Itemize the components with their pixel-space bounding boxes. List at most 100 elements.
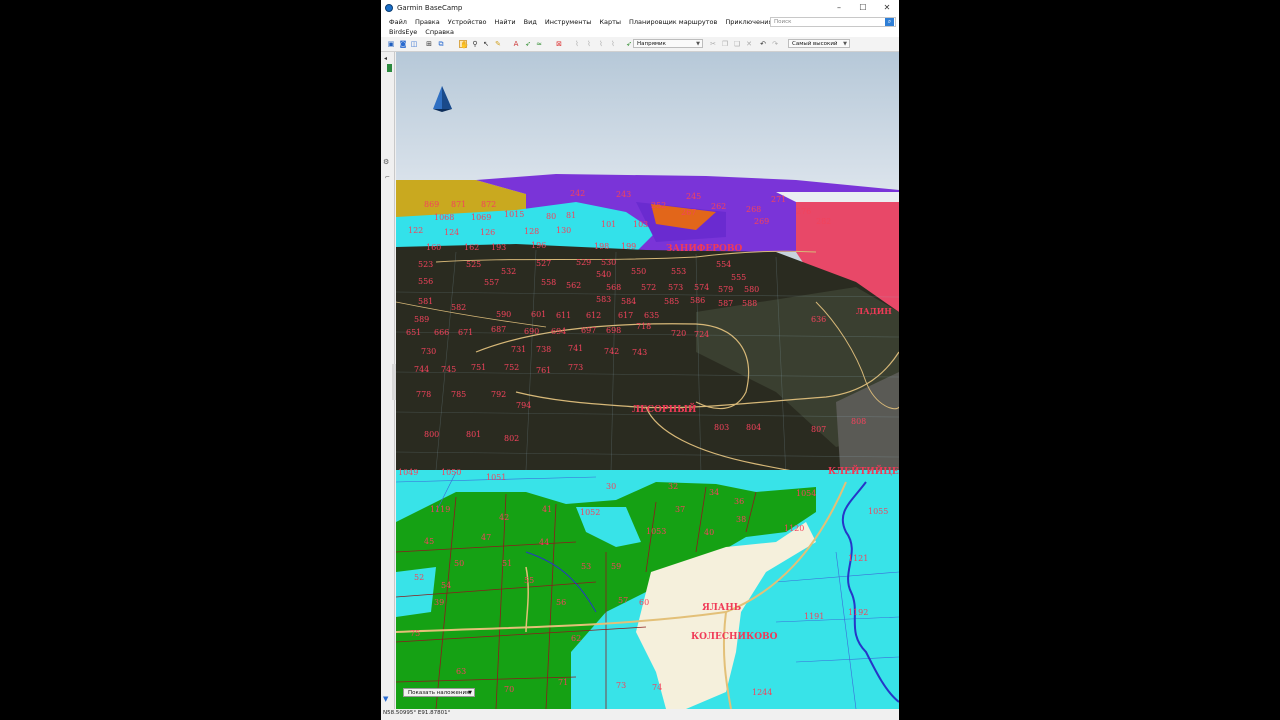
plot-label: 282 bbox=[816, 217, 831, 226]
window-title: Garmin BaseCamp bbox=[397, 3, 463, 12]
plot-label: 1191 bbox=[804, 612, 824, 621]
3d-map-view[interactable]: 869 871 872 1068 1069 1015 122 124 126 1… bbox=[396, 52, 899, 709]
plot-label: 744 bbox=[414, 365, 429, 374]
plot-label: 73 bbox=[616, 681, 626, 690]
menu-find[interactable]: Найти bbox=[491, 16, 520, 28]
plot-label: 242 bbox=[570, 189, 585, 198]
plot-label: 1053 bbox=[646, 527, 666, 536]
town-label: ЗАНИФЕРОВО bbox=[666, 244, 742, 254]
plot-label: 871 bbox=[451, 200, 466, 209]
plot-label: 742 bbox=[604, 347, 619, 356]
plot-label: 63 bbox=[456, 667, 466, 676]
plot-label: 532 bbox=[501, 267, 516, 276]
plot-label: 731 bbox=[511, 345, 526, 354]
plot-label: 808 bbox=[851, 417, 866, 426]
show-overlays-label: Показать наложения bbox=[408, 690, 470, 696]
hand-tool-icon[interactable]: ✋ bbox=[459, 40, 469, 49]
plot-label: 1121 bbox=[848, 554, 868, 563]
library-tree-icon[interactable] bbox=[387, 64, 392, 72]
plot-label: 32 bbox=[668, 482, 678, 491]
plot-label: 601 bbox=[531, 310, 546, 319]
ruler-icon[interactable]: ✎ bbox=[494, 40, 502, 48]
plot-label: 74 bbox=[652, 683, 662, 692]
plot-label: 666 bbox=[434, 328, 449, 337]
plot-label: 573 bbox=[668, 283, 683, 292]
plot-label: 743 bbox=[632, 348, 647, 357]
plot-label: 41 bbox=[542, 505, 552, 514]
plot-label: 52 bbox=[414, 573, 424, 582]
plot-label: 568 bbox=[606, 283, 621, 292]
menu-maps[interactable]: Карты bbox=[595, 16, 625, 28]
menu-view[interactable]: Вид bbox=[520, 16, 541, 28]
menu-tools[interactable]: Инструменты bbox=[541, 16, 596, 28]
delete-red-icon[interactable]: ⊠ bbox=[555, 40, 563, 48]
plot-label: 1051 bbox=[486, 473, 506, 482]
route-icon[interactable]: ➶ bbox=[524, 40, 532, 48]
panel-handle-icon[interactable]: ⌐ bbox=[385, 174, 391, 182]
plot-label: 587 bbox=[718, 299, 733, 308]
plot-label: 792 bbox=[491, 390, 506, 399]
waypoint-icon[interactable]: A bbox=[512, 40, 520, 48]
plot-label: 124 bbox=[444, 228, 459, 237]
chevron-down-icon: ▼ bbox=[696, 41, 700, 47]
minimize-button[interactable]: – bbox=[827, 0, 851, 15]
plot-label: 558 bbox=[541, 278, 556, 287]
zoom-icon[interactable]: ⚲ bbox=[471, 40, 479, 48]
toolbar: ▣ ◙ ◫ ⊞ ⧉ ✋ ⚲ ↖ ✎ A ➶ ≈ ⊠ ⌇ ⌇ ⌇ ⌇ ➶ Напр… bbox=[381, 37, 899, 52]
plot-label: 1015 bbox=[504, 210, 524, 219]
plot-label: 690 bbox=[524, 327, 539, 336]
close-button[interactable]: ✕ bbox=[875, 0, 899, 15]
plot-label: 550 bbox=[631, 267, 646, 276]
plot-label: 687 bbox=[491, 325, 506, 334]
plot-label: 268 bbox=[746, 205, 761, 214]
menu-adventures[interactable]: Приключения bbox=[721, 16, 776, 28]
chevron-down-icon: ▼ bbox=[468, 690, 472, 696]
filter-icon[interactable]: ▼ bbox=[383, 695, 391, 703]
map-canvas[interactable]: 869 871 872 1068 1069 1015 122 124 126 1… bbox=[396, 52, 899, 709]
plot-label: 584 bbox=[621, 297, 636, 306]
track-icon[interactable]: ≈ bbox=[535, 40, 543, 48]
detail-level-select[interactable]: Самый высокий ▼ bbox=[788, 39, 850, 48]
plot-label: 574 bbox=[694, 283, 709, 292]
plot-label: 1192 bbox=[848, 608, 868, 617]
plot-label: 30 bbox=[606, 482, 616, 491]
plot-label: 636 bbox=[811, 315, 826, 324]
plot-label: 794 bbox=[516, 401, 531, 410]
show-overlays-button[interactable]: Показать наложения ▼ bbox=[403, 688, 475, 697]
plot-label: 802 bbox=[504, 434, 519, 443]
plot-label: 724 bbox=[694, 330, 709, 339]
grid-icon[interactable]: ⊞ bbox=[425, 40, 433, 48]
menu-route-planner[interactable]: Планировщик маршрутов bbox=[625, 16, 721, 28]
town-label: ЯЛАНЬ bbox=[702, 603, 741, 613]
map-view-icon[interactable]: ▣ bbox=[387, 40, 395, 48]
plot-label: 720 bbox=[671, 329, 686, 338]
plot-label: 1069 bbox=[471, 213, 491, 222]
plot-label: 525 bbox=[466, 260, 481, 269]
plot-label: 581 bbox=[418, 297, 433, 306]
plot-label: 50 bbox=[454, 559, 464, 568]
maximize-button[interactable]: ☐ bbox=[851, 0, 875, 15]
title-bar[interactable]: Garmin BaseCamp – ☐ ✕ bbox=[381, 0, 899, 15]
plot-label: 730 bbox=[421, 347, 436, 356]
plot-label: 582 bbox=[451, 303, 466, 312]
undo-icon[interactable]: ↶ bbox=[759, 40, 767, 48]
window-icon[interactable]: ⧉ bbox=[437, 40, 445, 48]
plot-label: 39 bbox=[434, 598, 444, 607]
plot-label: 40 bbox=[704, 528, 714, 537]
gear-icon[interactable]: ⚙ bbox=[383, 158, 391, 166]
select-arrow-icon[interactable]: ↖ bbox=[482, 40, 490, 48]
library-side-panel[interactable]: ◂ ⚙ ⌐ ▼ bbox=[381, 52, 396, 709]
birdseye-icon[interactable]: ◫ bbox=[410, 40, 418, 48]
search-icon[interactable]: ⌕ bbox=[885, 18, 894, 26]
plot-label: 752 bbox=[504, 363, 519, 372]
collapse-arrow-icon[interactable]: ◂ bbox=[384, 55, 391, 62]
edit-tool-3-icon: ⌇ bbox=[599, 40, 603, 48]
chevron-down-icon: ▼ bbox=[843, 41, 847, 47]
town-label: КОЛЕСНИКОВО bbox=[691, 632, 778, 642]
route-mode-select[interactable]: Напрямик ▼ bbox=[633, 39, 703, 48]
plot-label: 1052 bbox=[580, 508, 600, 517]
3d-view-icon[interactable]: ◙ bbox=[399, 40, 407, 48]
plot-label: 589 bbox=[414, 315, 429, 324]
town-label: ЛАДИН bbox=[856, 306, 892, 316]
search-input[interactable]: Поиск ⌕ bbox=[770, 17, 896, 27]
